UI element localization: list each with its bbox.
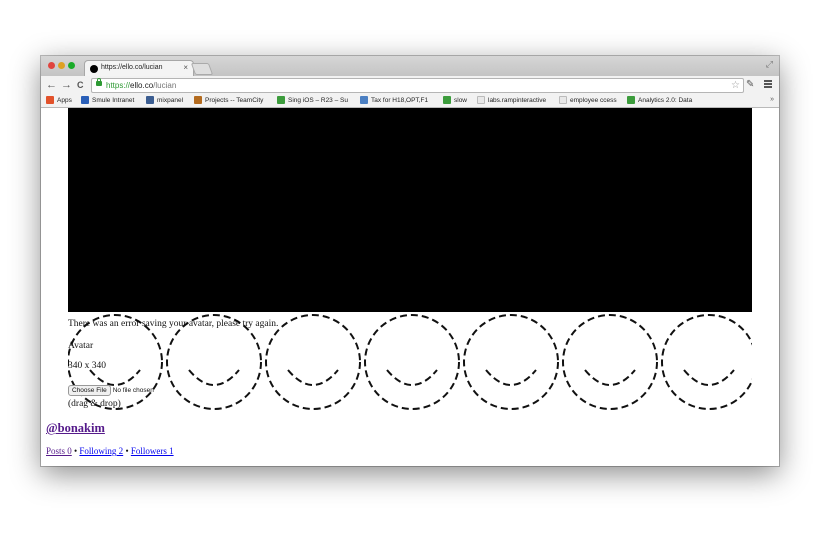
doc-icon <box>443 96 451 105</box>
username-link[interactable]: @bonakim <box>46 421 105 436</box>
browser-tab[interactable]: https://ello.co/lucian × <box>84 60 194 77</box>
choose-file-button[interactable]: Choose File <box>68 385 111 396</box>
fullscreen-icon[interactable]: ⤢ <box>766 59 773 70</box>
forward-button[interactable]: → <box>61 78 72 92</box>
ello-favicon-icon <box>90 65 98 73</box>
avatar-label: Avatar <box>68 341 94 351</box>
close-window-icon[interactable] <box>48 62 55 69</box>
browser-toolbar: ← → C https://ello.co/lucian ☆ ✎ <box>41 76 779 94</box>
file-status: No file chosen <box>112 387 154 394</box>
mixpanel-icon <box>146 96 154 105</box>
bookmark-teamcity[interactable]: Projects -- TeamCity <box>194 94 263 107</box>
tab-close-icon[interactable]: × <box>183 63 188 72</box>
menu-icon[interactable] <box>764 80 772 82</box>
bookmark-labs-rampinteractive[interactable]: labs.rampinteractive <box>477 94 546 107</box>
bookmark-mixpanel[interactable]: mixpanel <box>146 94 183 107</box>
bookmark-smule-intranet[interactable]: Smule Intranet <box>81 94 134 107</box>
reload-button[interactable]: C <box>77 78 84 92</box>
bookmark-analytics[interactable]: Analytics 2.0: Data <box>627 94 692 107</box>
bookmark-apps[interactable]: Apps <box>46 94 72 107</box>
address-bar[interactable]: https://ello.co/lucian ☆ <box>91 78 744 93</box>
bookmark-employee-access[interactable]: employee ccess <box>559 94 617 107</box>
page-icon <box>477 96 485 105</box>
cover-image <box>68 108 752 312</box>
tab-strip: https://ello.co/lucian × ⤢ <box>41 56 779 77</box>
bookmark-tax[interactable]: Tax for H18,OPT,F1 <box>360 94 428 107</box>
page-icon <box>559 96 567 105</box>
bookmarks-bar: Apps Smule Intranet mixpanel Projects --… <box>41 94 779 108</box>
posts-link[interactable]: Posts 0 <box>46 446 72 456</box>
doc-icon <box>627 96 635 105</box>
lock-icon <box>96 78 102 86</box>
drag-drop-hint: (drag & drop) <box>68 399 121 409</box>
smule-icon <box>81 96 89 105</box>
following-link[interactable]: Following 2 <box>79 446 123 456</box>
back-button[interactable]: ← <box>46 78 57 92</box>
new-tab-button[interactable] <box>190 63 214 75</box>
tax-icon <box>360 96 368 105</box>
browser-window: https://ello.co/lucian × ⤢ ← → C https:/… <box>41 56 779 466</box>
stats-separator: • <box>74 446 78 456</box>
avatar-file-input: Choose File No file chosen <box>68 379 154 397</box>
url-text: https://ello.co/lucian <box>106 81 177 90</box>
zoom-window-icon[interactable] <box>68 62 75 69</box>
profile-stats: Posts 0 • Following 2 • Followers 1 <box>46 446 174 456</box>
tab-title: https://ello.co/lucian <box>101 64 163 71</box>
bookmark-sing-ios[interactable]: Sing iOS – R23 – Su <box>277 94 348 107</box>
doc-icon <box>277 96 285 105</box>
bookmark-slow[interactable]: slow <box>443 94 467 107</box>
avatar-error-message: There was an error saving your avatar, p… <box>68 319 279 329</box>
followers-link[interactable]: Followers 1 <box>131 446 174 456</box>
page-content: There was an error saving your avatar, p… <box>41 108 779 466</box>
teamcity-icon <box>194 96 202 105</box>
avatar-size-label: 340 x 340 <box>68 361 106 371</box>
minimize-window-icon[interactable] <box>58 62 65 69</box>
wrench-icon[interactable]: ✎ <box>746 79 754 90</box>
bookmarks-overflow-button[interactable]: » <box>770 94 774 106</box>
apps-grid-icon <box>46 96 54 105</box>
bookmark-star-icon[interactable]: ☆ <box>731 79 740 92</box>
stats-separator: • <box>125 446 129 456</box>
